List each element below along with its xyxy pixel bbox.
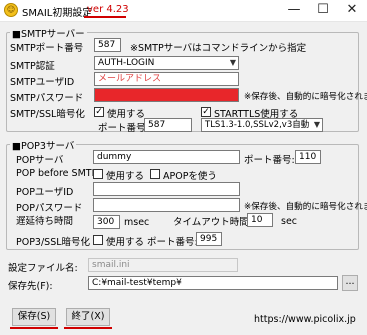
maximize-button[interactable]: ☐ [309, 0, 337, 22]
website-url[interactable]: https://www.picolix.jp [254, 314, 356, 325]
pop-user-label: POPユーザID [16, 187, 74, 198]
pop3-ssl-checkbox[interactable] [93, 235, 103, 245]
pop-before-smtp-checkbox-label: 使用する [106, 171, 145, 182]
wait-time-label: 遅延待ち時間 [16, 216, 74, 227]
pop-before-smtp-checkbox[interactable] [93, 169, 103, 179]
timeout-unit: sec [281, 216, 298, 227]
smtp-port-note: ※SMTPサーバはコマンドラインから指定 [130, 43, 307, 54]
pop-server-input[interactable]: dummy [93, 150, 240, 164]
timeout-input[interactable]: 10 [247, 213, 273, 227]
settings-file-input: smail.ini [88, 258, 238, 272]
pop-password-label: POPパスワード [16, 203, 83, 214]
version-label: ver 4.23 [87, 4, 129, 15]
pop3-ssl-checkbox-label: 使用する [106, 237, 145, 248]
pop-server-label: POPサーバ [16, 155, 64, 166]
smtp-ssl-label: SMTP/SSL暗号化 [10, 109, 85, 120]
save-dest-label: 保存先(F): [8, 281, 53, 292]
smtp-password-note: ※保存後、自動的に暗号化されます [244, 92, 367, 102]
smtp-port-input[interactable]: 587 [94, 38, 121, 52]
apop-label: APOPを使う [163, 171, 217, 182]
settings-file-label: 設定ファイル名: [8, 263, 78, 274]
smtp-ssl-checkbox[interactable]: ✓ [94, 107, 104, 117]
smtp-group-title: ■SMTPサーバー [10, 26, 87, 40]
pop3-group-title: ■POP3サーバ [10, 138, 77, 152]
smtp-ssl-port-input[interactable]: 587 [144, 118, 192, 132]
chevron-down-icon: ▼ [229, 58, 236, 67]
pop3-ssl-port-input[interactable]: 995 [196, 232, 222, 246]
exit-button-underline [64, 327, 112, 329]
pop-password-input[interactable] [93, 198, 240, 212]
pop-password-note: ※保存後、自動的に暗号化されます [244, 202, 367, 212]
smtp-ssl-port-label: ポート番号: [98, 123, 149, 134]
smtp-password-input[interactable] [94, 88, 239, 102]
pop3-ssl-label: POP3/SSL暗号化 [16, 237, 91, 248]
minimize-button[interactable]: — [280, 0, 308, 22]
pop-port-label: ポート番号: [244, 155, 295, 166]
version-underline [84, 16, 126, 18]
smtp-user-label: SMTPユーザID [10, 77, 75, 88]
wait-time-unit: msec [124, 217, 150, 228]
tls-version-value: TLS1.3-1.0,SSLv2,v3自動 [205, 120, 310, 130]
save-dest-input[interactable]: C:¥mail-test¥temp¥ [88, 276, 338, 290]
smtp-password-label: SMTPパスワード [10, 93, 84, 104]
smtp-ssl-checkbox-label: 使用する [107, 109, 146, 120]
smtp-user-input[interactable]: メールアドレス [94, 72, 239, 86]
starttls-checkbox[interactable]: ✓ [201, 107, 211, 117]
pop-port-input[interactable]: 110 [295, 150, 321, 164]
smtp-auth-label: SMTP認証 [10, 61, 55, 72]
pop3-ssl-port-label: ポート番号: [147, 237, 198, 248]
close-button[interactable]: ✕ [338, 0, 366, 22]
pop-user-input[interactable] [93, 182, 240, 196]
smtp-port-label: SMTPポート番号 [10, 43, 84, 54]
apop-checkbox[interactable] [150, 169, 160, 179]
chevron-down-icon: ▼ [313, 120, 320, 129]
smtp-auth-value: AUTH-LOGIN [98, 58, 155, 68]
browse-button[interactable]: ... [342, 275, 358, 291]
app-logo-icon: ☺ [4, 3, 18, 17]
save-button[interactable]: 保存(S) [12, 308, 56, 326]
timeout-label: タイムアウト時間 [173, 217, 249, 228]
pop-before-smtp-label: POP before SMTP [16, 168, 98, 179]
window-title: SMAIL初期設定 [22, 8, 93, 19]
exit-button[interactable]: 終了(X) [66, 308, 110, 326]
wait-time-input[interactable]: 300 [93, 215, 120, 229]
save-button-underline [10, 327, 58, 329]
smtp-auth-select[interactable]: AUTH-LOGIN ▼ [94, 56, 239, 70]
tls-version-select[interactable]: TLS1.3-1.0,SSLv2,v3自動 ▼ [201, 118, 323, 132]
